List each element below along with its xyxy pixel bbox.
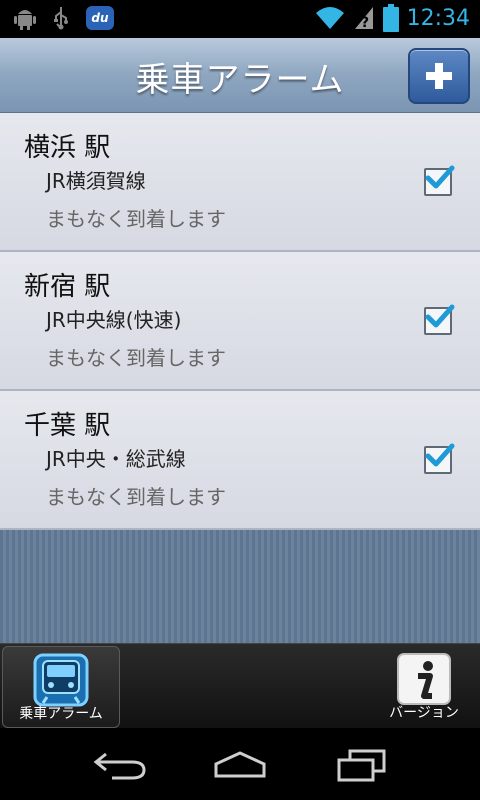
tab-version[interactable]: バージョン [378, 646, 470, 726]
alarm-item[interactable]: 横浜 駅 JR横須賀線 まもなく到着します [0, 113, 480, 252]
list-empty-area [0, 530, 480, 643]
back-icon[interactable] [92, 750, 148, 780]
system-nav-bar [0, 728, 480, 800]
plus-icon [426, 63, 452, 89]
line-name: JR横須賀線 [46, 169, 146, 193]
tab-version-label: バージョン [389, 705, 459, 721]
checkmark-icon [425, 304, 455, 328]
alarm-item[interactable]: 新宿 駅 JR中央線(快速) まもなく到着します [0, 252, 480, 391]
alarm-checkbox[interactable] [424, 165, 455, 196]
line-name: JR中央・総武線 [46, 447, 186, 471]
alarm-status: まもなく到着します [46, 485, 226, 509]
status-time: 12:34 [406, 5, 470, 31]
app-header: 乗車アラーム [0, 38, 480, 113]
status-bar: du ? 12:34 [0, 0, 480, 38]
tab-alarm-label: 乗車アラーム [19, 706, 103, 722]
tab-bar: 乗車アラーム バージョン [0, 643, 480, 729]
alarm-item[interactable]: 千葉 駅 JR中央・総武線 まもなく到着します [0, 391, 480, 530]
home-icon[interactable] [212, 750, 268, 780]
recent-apps-icon[interactable] [336, 748, 388, 782]
station-name: 新宿 駅 [24, 272, 111, 302]
info-icon [397, 653, 451, 705]
tab-alarm[interactable]: 乗車アラーム [2, 646, 120, 728]
battery-icon [382, 4, 399, 32]
station-name: 千葉 駅 [24, 411, 111, 441]
usb-icon [54, 7, 68, 30]
alarm-list: 横浜 駅 JR横須賀線 まもなく到着します 新宿 駅 JR中央線(快速) まもな… [0, 113, 480, 530]
alarm-checkbox[interactable] [424, 443, 455, 474]
alarm-checkbox[interactable] [424, 304, 455, 335]
station-name: 横浜 駅 [24, 133, 111, 163]
android-debug-icon [14, 10, 36, 30]
signal-unknown-icon: ? [354, 7, 373, 31]
train-icon [33, 653, 89, 707]
checkmark-icon [425, 443, 455, 467]
alarm-status: まもなく到着します [46, 207, 226, 231]
alarm-status: まもなく到着します [46, 346, 226, 370]
svg-text:?: ? [361, 15, 369, 31]
wifi-icon [315, 7, 344, 29]
du-app-icon: du [86, 6, 114, 30]
add-alarm-button[interactable] [408, 48, 470, 104]
line-name: JR中央線(快速) [46, 308, 182, 332]
checkmark-icon [425, 165, 455, 189]
